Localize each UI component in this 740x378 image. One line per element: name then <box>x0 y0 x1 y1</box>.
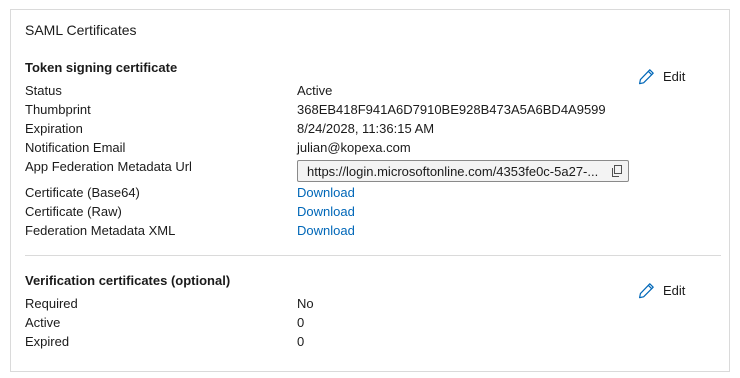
active-value: 0 <box>297 315 305 330</box>
notification-email-label: Notification Email <box>25 140 126 155</box>
notification-email-row: Notification Email julian@kopexa.com <box>25 138 705 157</box>
required-label: Required <box>25 296 78 311</box>
saml-certificates-card: SAML Certificates Token signing certific… <box>10 9 730 372</box>
cert-raw-download-link[interactable]: Download <box>297 202 355 221</box>
token-signing-heading: Token signing certificate <box>25 60 178 75</box>
metadata-url-label: App Federation Metadata Url <box>25 159 192 174</box>
federation-xml-label: Federation Metadata XML <box>25 223 176 238</box>
thumbprint-value: 368EB418F941A6D7910BE928B473A5A6BD4A9599 <box>297 102 606 117</box>
cert-raw-label: Certificate (Raw) <box>25 204 122 219</box>
notification-email-value: julian@kopexa.com <box>297 140 411 155</box>
expired-label: Expired <box>25 334 70 349</box>
status-row: Status Active <box>25 81 705 100</box>
required-value: No <box>297 296 314 311</box>
required-row: Required No <box>25 294 705 313</box>
copy-icon[interactable] <box>606 161 628 181</box>
verification-heading: Verification certificates (optional) <box>25 273 231 288</box>
federation-xml-download-link[interactable]: Download <box>297 221 355 240</box>
expired-value: 0 <box>297 334 305 349</box>
thumbprint-label: Thumbprint <box>25 102 91 117</box>
active-row: Active 0 <box>25 313 705 332</box>
cert-raw-row: Certificate (Raw) Download <box>25 202 705 221</box>
expiration-row: Expiration 8/24/2028, 11:36:15 AM <box>25 119 705 138</box>
thumbprint-row: Thumbprint 368EB418F941A6D7910BE928B473A… <box>25 100 705 119</box>
federation-xml-row: Federation Metadata XML Download <box>25 221 705 240</box>
status-value: Active <box>297 83 333 98</box>
metadata-url-row: App Federation Metadata Url https://logi… <box>25 157 705 182</box>
cert-base64-row: Certificate (Base64) Download <box>25 183 705 202</box>
status-label: Status <box>25 83 62 98</box>
metadata-url-field[interactable]: https://login.microsoftonline.com/4353fe… <box>297 160 629 182</box>
cert-base64-label: Certificate (Base64) <box>25 185 140 200</box>
expiration-value: 8/24/2028, 11:36:15 AM <box>297 121 435 136</box>
card-title: SAML Certificates <box>25 22 137 38</box>
expiration-label: Expiration <box>25 121 83 136</box>
section-divider <box>25 255 721 256</box>
active-label: Active <box>25 315 61 330</box>
expired-row: Expired 0 <box>25 332 705 351</box>
cert-base64-download-link[interactable]: Download <box>297 183 355 202</box>
metadata-url-value[interactable]: https://login.microsoftonline.com/4353fe… <box>298 162 606 181</box>
